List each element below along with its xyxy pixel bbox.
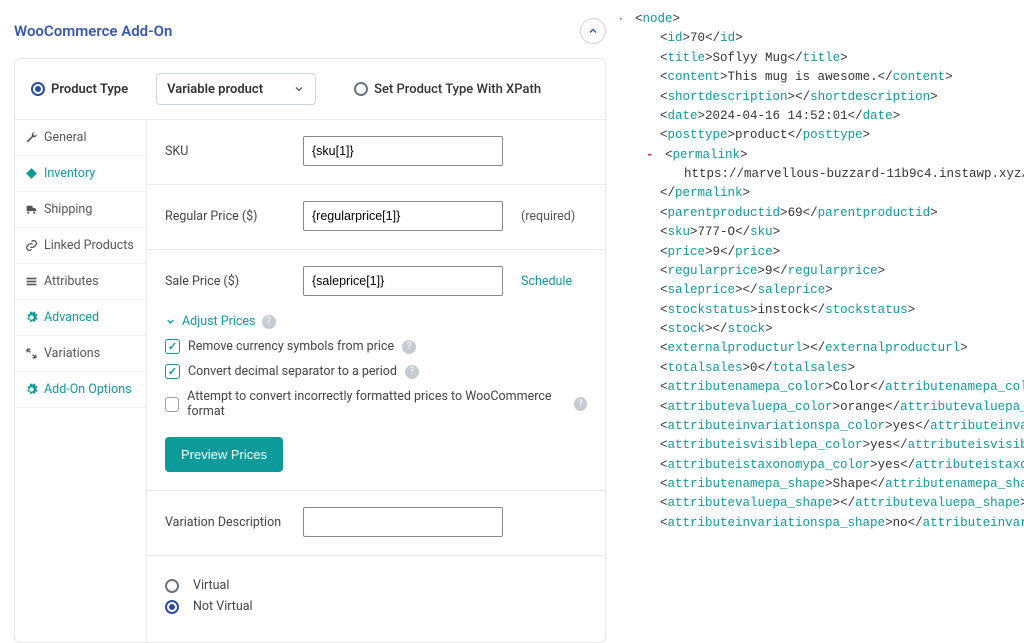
xml-line: - <node> [630, 10, 1016, 29]
xml-line: https://marvellous-buzzard-11b9c4.instaw… [630, 165, 1016, 184]
sidebar-item-shipping[interactable]: Shipping [15, 192, 146, 228]
convert-format-checkbox[interactable] [165, 397, 179, 412]
regular-price-input[interactable] [303, 201, 503, 231]
xml-line: <attributeinvariationspa_color>yes</attr… [630, 417, 1016, 436]
help-icon[interactable]: ? [402, 340, 416, 354]
xml-line: <content>This mug is awesome.</content> [630, 68, 1016, 87]
xml-line: <shortdescription></shortdescription> [630, 88, 1016, 107]
xml-line: <date>2024-04-16 14:52:01</date> [630, 107, 1016, 126]
panel-collapse-button[interactable] [580, 18, 606, 44]
xml-line: <posttype>product</posttype> [630, 126, 1016, 145]
preview-prices-button[interactable]: Preview Prices [165, 437, 283, 472]
sidebar-item-label: Advanced [44, 310, 99, 325]
schedule-link[interactable]: Schedule [521, 274, 572, 289]
virtual-label: Virtual [193, 578, 229, 593]
remove-currency-label: Remove currency symbols from price [188, 339, 394, 354]
panel-title: WooCommerce Add-On [14, 22, 580, 40]
sale-price-label: Sale Price ($) [165, 274, 285, 289]
xml-line: <totalsales>0</totalsales> [630, 359, 1016, 378]
regular-price-label: Regular Price ($) [165, 209, 285, 224]
gear-icon [25, 383, 38, 396]
xml-line: </permalink> [630, 184, 1016, 203]
required-text: (required) [521, 209, 575, 224]
radio-icon [31, 82, 45, 96]
adjust-prices-toggle[interactable]: Adjust Prices ? [165, 314, 587, 329]
xml-line: <stockstatus>instock</stockstatus> [630, 301, 1016, 320]
sidebar-item-label: Add-On Options [44, 382, 132, 397]
convert-decimal-checkbox[interactable] [165, 364, 180, 379]
sidebar-item-label: Attributes [44, 274, 99, 289]
xml-line: <attributevaluepa_color>orange</attribut… [630, 398, 1016, 417]
help-icon[interactable]: ? [574, 397, 587, 411]
xpath-radio[interactable]: Set Product Type With XPath [354, 82, 541, 97]
xml-line: <sku>777-O</sku> [630, 223, 1016, 242]
sidebar-item-inventory[interactable]: Inventory [15, 156, 146, 192]
adjust-prices-label: Adjust Prices [182, 314, 256, 329]
xml-line: <attributevaluepa_shape></attributevalue… [630, 494, 1016, 513]
chevron-down-icon [165, 316, 176, 327]
xml-line: <attributeinvariationspa_shape>no</attri… [630, 514, 1016, 533]
expand-icon [25, 347, 38, 360]
sidebar-item-add-on-options[interactable]: Add-On Options [15, 372, 146, 408]
product-type-row: Product Type Variable product Set Produc… [15, 59, 605, 120]
list-icon [25, 275, 38, 288]
sidebar-item-advanced[interactable]: Advanced [15, 300, 146, 336]
sku-input[interactable] [303, 136, 503, 166]
product-type-select[interactable]: Variable product [156, 73, 316, 105]
sidebar-item-linked-products[interactable]: Linked Products [15, 228, 146, 264]
xml-line: <attributeistaxonomypa_color>yes</attrib… [630, 456, 1016, 475]
sidebar-item-attributes[interactable]: Attributes [15, 264, 146, 300]
variation-description-input[interactable] [303, 507, 503, 537]
sidebar-item-label: Shipping [44, 202, 92, 217]
xml-line: <regularprice>9</regularprice> [630, 262, 1016, 281]
xml-line: <price>9</price> [630, 243, 1016, 262]
variation-description-label: Variation Description [165, 515, 285, 530]
xml-line: <id>70</id> [630, 29, 1016, 48]
product-type-label: Product Type [51, 82, 128, 97]
xml-line: <externalproducturl></externalproducturl… [630, 339, 1016, 358]
chevron-down-icon [293, 83, 305, 95]
sale-price-input[interactable] [303, 266, 503, 296]
truck-icon [25, 203, 38, 216]
sidebar-item-label: Linked Products [44, 238, 134, 253]
xml-line: <stock></stock> [630, 320, 1016, 339]
sku-label: SKU [165, 144, 285, 159]
xml-line: <parentproductid>69</parentproductid> [630, 204, 1016, 223]
radio-icon [354, 82, 368, 96]
wrench-icon [25, 131, 38, 144]
product-type-radio[interactable]: Product Type [31, 82, 128, 97]
sidebar-item-label: Inventory [44, 166, 95, 181]
sidebar-item-label: General [44, 130, 87, 145]
remove-currency-checkbox[interactable] [165, 339, 180, 354]
sidebar-item-general[interactable]: General [15, 120, 146, 156]
woocommerce-card: Product Type Variable product Set Produc… [14, 58, 606, 643]
xml-line: - <permalink> [630, 146, 1016, 165]
sidebar-item-label: Variations [44, 346, 100, 361]
virtual-radio[interactable] [165, 579, 179, 593]
xpath-label: Set Product Type With XPath [374, 82, 541, 97]
help-icon[interactable]: ? [262, 315, 276, 329]
xml-line: <saleprice></saleprice> [630, 281, 1016, 300]
xml-line: <attributeisvisiblepa_color>yes</attribu… [630, 436, 1016, 455]
xml-line: <attributenamepa_shape>Shape</attributen… [630, 475, 1016, 494]
xml-line: <attributenamepa_color>Color</attributen… [630, 378, 1016, 397]
xml-line: <title>Soflyy Mug</title> [630, 49, 1016, 68]
sidebar: General Inventory Shipping Linked Products A… [15, 120, 147, 642]
chevron-up-icon [587, 25, 599, 37]
diamond-icon [25, 167, 38, 180]
product-type-value: Variable product [167, 82, 263, 97]
main-form: SKU Regular Price ($) (required) [147, 120, 605, 642]
sidebar-item-variations[interactable]: Variations [15, 336, 146, 372]
gear-icon [25, 311, 38, 324]
xml-preview-panel: - <node><id>70</id><title>Soflyy Mug</ti… [620, 0, 1024, 614]
not-virtual-label: Not Virtual [193, 599, 253, 614]
help-icon[interactable]: ? [405, 365, 419, 379]
not-virtual-radio[interactable] [165, 600, 179, 614]
convert-decimal-label: Convert decimal separator to a period [188, 364, 397, 379]
link-icon [25, 239, 38, 252]
convert-format-label: Attempt to convert incorrectly formatted… [187, 389, 566, 419]
